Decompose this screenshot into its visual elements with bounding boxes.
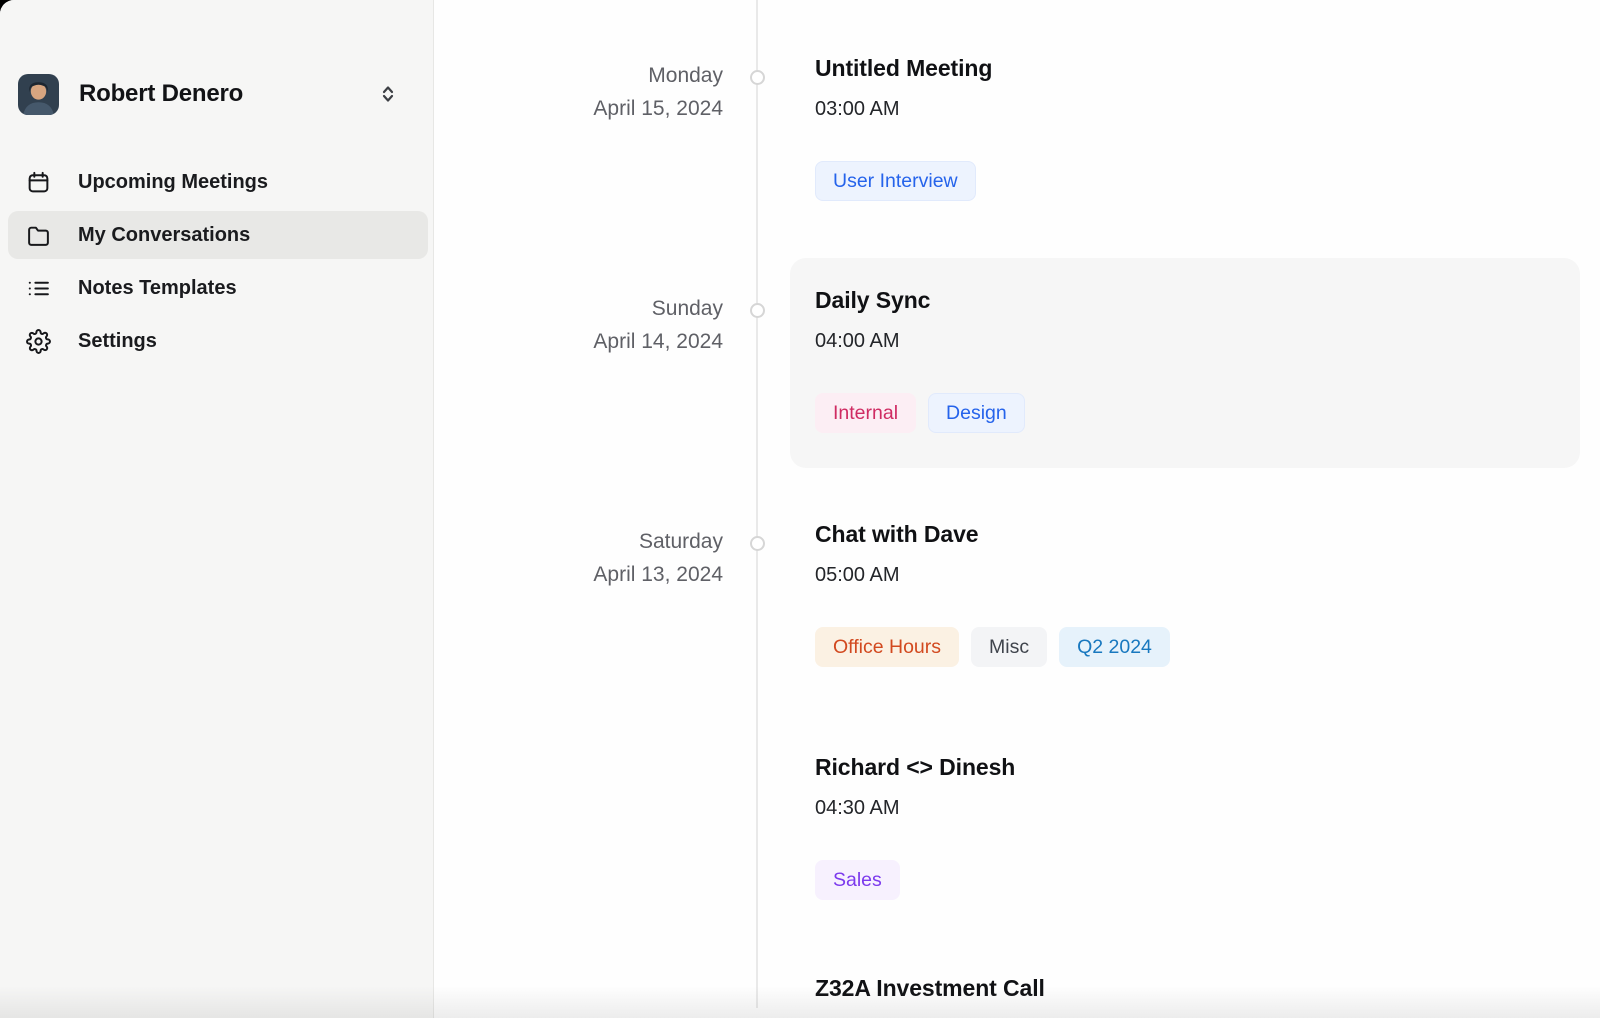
tag-design[interactable]: Design <box>928 393 1025 433</box>
tag-q2-2024[interactable]: Q2 2024 <box>1059 627 1170 667</box>
account-switcher[interactable]: Robert Denero <box>18 72 418 116</box>
timeline-day: Saturday <box>455 525 723 558</box>
tag-office-hours[interactable]: Office Hours <box>815 627 959 667</box>
timeline-dot-icon <box>750 536 765 551</box>
chevrons-up-down-icon[interactable] <box>376 82 400 106</box>
timeline-date-group: Monday April 15, 2024 <box>455 59 723 125</box>
meeting-item[interactable]: Z32A Investment Call <box>815 972 1045 1004</box>
timeline-dot-icon <box>750 70 765 85</box>
sidebar-item-label: Settings <box>78 330 157 353</box>
meeting-time: 05:00 AM <box>815 561 1170 590</box>
tag-user-interview[interactable]: User Interview <box>815 161 976 201</box>
meeting-item[interactable]: Daily Sync 04:00 AM Internal Design <box>815 284 1025 433</box>
meeting-time: 03:00 AM <box>815 95 992 124</box>
sidebar-item-label: Notes Templates <box>78 277 237 300</box>
sidebar-item-notes-templates[interactable]: Notes Templates <box>8 264 428 312</box>
meeting-title: Z32A Investment Call <box>815 972 1045 1004</box>
sidebar-item-upcoming-meetings[interactable]: Upcoming Meetings <box>8 158 428 206</box>
meeting-item[interactable]: Untitled Meeting 03:00 AM User Interview <box>815 52 992 201</box>
sidebar-item-my-conversations[interactable]: My Conversations <box>8 211 428 259</box>
meeting-time: 04:30 AM <box>815 794 1015 823</box>
meeting-title: Untitled Meeting <box>815 52 992 84</box>
timeline-dot-icon <box>750 303 765 318</box>
timeline-day: Sunday <box>455 292 723 325</box>
timeline-date-group: Saturday April 13, 2024 <box>455 525 723 591</box>
meeting-tags: Sales <box>815 860 1015 900</box>
timeline-day: Monday <box>455 59 723 92</box>
avatar <box>18 74 59 115</box>
timeline-line <box>756 0 758 1008</box>
sidebar: Robert Denero Upcoming Meeti <box>0 0 434 1018</box>
meeting-tags: User Interview <box>815 161 992 201</box>
list-icon <box>26 276 51 301</box>
calendar-icon <box>26 170 51 195</box>
meeting-title: Richard <> Dinesh <box>815 751 1015 783</box>
tag-misc[interactable]: Misc <box>971 627 1047 667</box>
tag-sales[interactable]: Sales <box>815 860 900 900</box>
sidebar-item-label: Upcoming Meetings <box>78 171 268 194</box>
meeting-title: Daily Sync <box>815 284 1025 316</box>
meeting-tags: Internal Design <box>815 393 1025 433</box>
timeline-date: April 15, 2024 <box>455 92 723 125</box>
tag-internal[interactable]: Internal <box>815 393 916 433</box>
timeline-date: April 13, 2024 <box>455 558 723 591</box>
meeting-time: 04:00 AM <box>815 327 1025 356</box>
gear-icon <box>26 329 51 354</box>
meeting-title: Chat with Dave <box>815 518 1170 550</box>
meeting-tags: Office Hours Misc Q2 2024 <box>815 627 1170 667</box>
user-name: Robert Denero <box>79 80 376 108</box>
meeting-item[interactable]: Richard <> Dinesh 04:30 AM Sales <box>815 751 1015 900</box>
timeline-date-group: Sunday April 14, 2024 <box>455 292 723 358</box>
sidebar-item-label: My Conversations <box>78 224 250 247</box>
meeting-item[interactable]: Chat with Dave 05:00 AM Office Hours Mis… <box>815 518 1170 667</box>
timeline-date: April 14, 2024 <box>455 325 723 358</box>
sidebar-nav: Upcoming Meetings My Conversations <box>8 158 428 370</box>
folder-icon <box>26 223 51 248</box>
meetings-app-window: Robert Denero Upcoming Meeti <box>0 0 1600 1018</box>
sidebar-item-settings[interactable]: Settings <box>8 317 428 365</box>
